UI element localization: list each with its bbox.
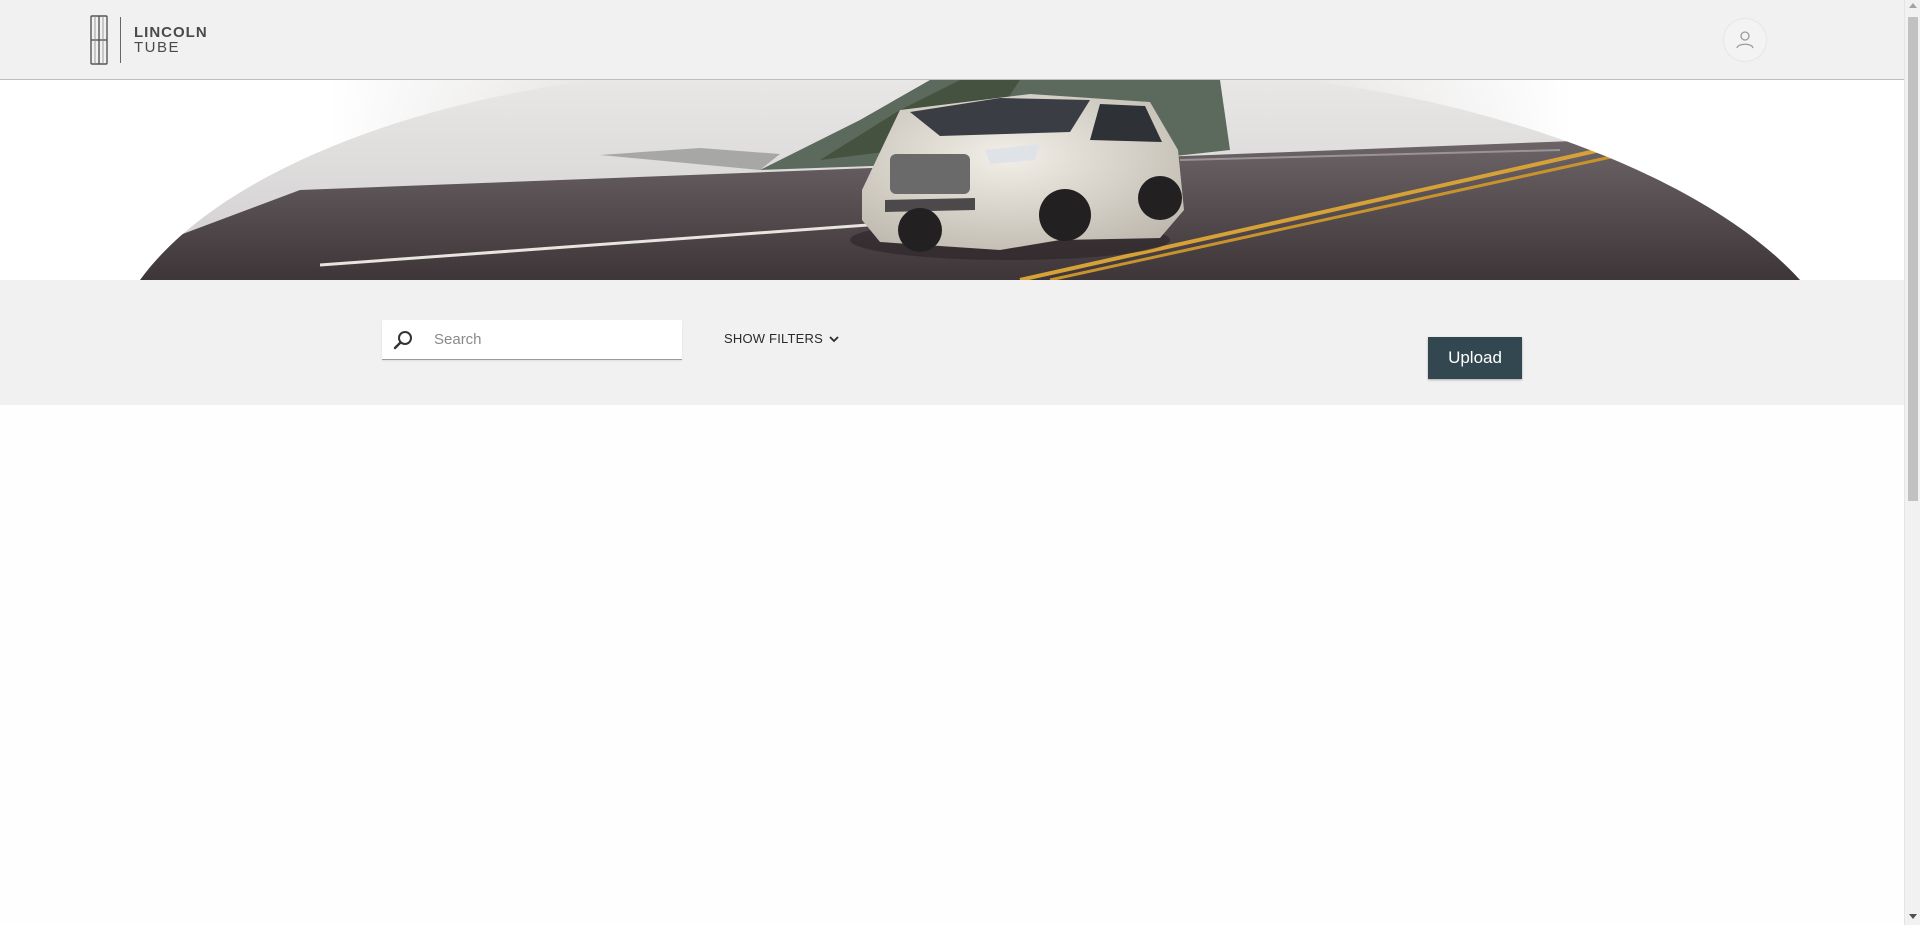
- user-icon: [1736, 31, 1754, 49]
- search-toolbar: SHOW FILTERS Upload: [0, 280, 1904, 405]
- top-bar: LINCOLN TUBE: [0, 0, 1904, 80]
- scrollbar-thumb[interactable]: [1908, 17, 1918, 501]
- search-input[interactable]: [434, 321, 664, 358]
- logo-divider: [120, 17, 121, 63]
- logo-line-lincoln: LINCOLN: [134, 24, 208, 41]
- content: LINCOLN TUBE Search SHOW FILTERS Upload: [0, 0, 1904, 925]
- scroll-down-arrow-icon[interactable]: [1909, 914, 1917, 919]
- page: LINCOLN TUBE Search SHOW FILTERS Upload: [0, 0, 1920, 925]
- logo-wordmark: LINCOLN TUBE: [134, 25, 208, 55]
- search-icon[interactable]: [392, 329, 414, 351]
- chevron-down-icon: [829, 334, 839, 344]
- user-menu-button[interactable]: [1723, 18, 1767, 62]
- logo-line-tube: TUBE: [134, 39, 181, 56]
- hero-banner: [0, 80, 1904, 280]
- suv-car: [850, 94, 1184, 260]
- scroll-up-arrow-icon[interactable]: [1909, 3, 1917, 8]
- hero-image: [0, 80, 1904, 280]
- lincoln-star-icon: [90, 15, 108, 65]
- upload-button[interactable]: Upload: [1428, 337, 1522, 379]
- show-filters-label: SHOW FILTERS: [724, 331, 823, 346]
- search-box[interactable]: [382, 320, 682, 360]
- lincoln-tube-logo[interactable]: LINCOLN TUBE: [88, 15, 208, 65]
- vertical-scrollbar[interactable]: [1904, 0, 1920, 925]
- show-filters-toggle[interactable]: SHOW FILTERS: [724, 331, 839, 346]
